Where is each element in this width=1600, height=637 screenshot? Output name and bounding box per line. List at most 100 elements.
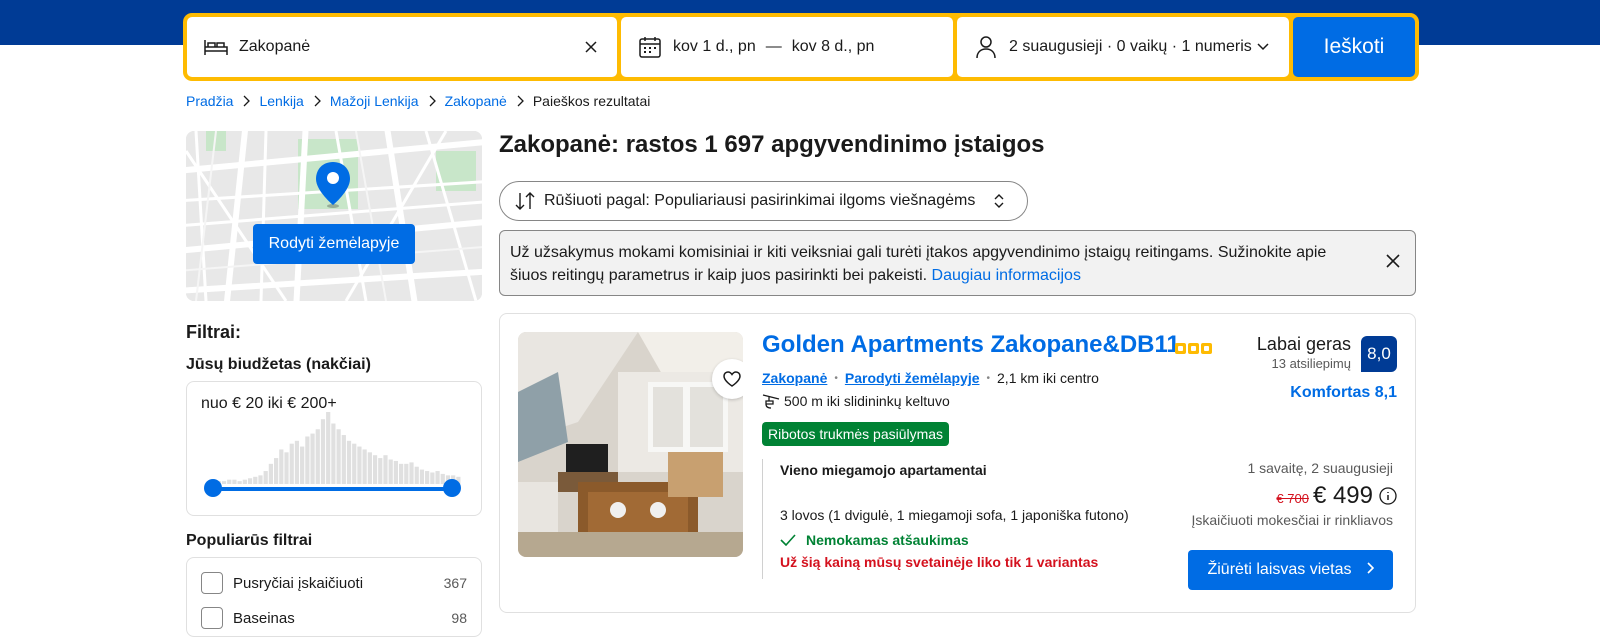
separator-dot: • <box>986 372 991 384</box>
chevron-right-icon <box>1366 561 1374 579</box>
histogram-bar <box>300 446 305 484</box>
histogram-bar <box>274 458 279 484</box>
date-separator: — <box>765 38 782 55</box>
price-histogram <box>211 412 461 484</box>
histogram-bar <box>378 458 383 484</box>
budget-slider-track <box>212 487 452 491</box>
chevron-down-icon <box>1253 37 1273 57</box>
breadcrumb-current: Paieškos rezultatai <box>532 93 651 109</box>
histogram-bar <box>310 433 315 484</box>
sort-label: Rūšiuoti pagal: Populiariausi pasirinkim… <box>544 192 976 209</box>
filters-title: Filtrai: <box>186 322 242 342</box>
more-info-link[interactable]: Daugiau informacijos <box>932 267 1081 284</box>
budget-slider-min-handle[interactable] <box>204 479 222 497</box>
sort-icon <box>514 192 536 210</box>
histogram-bar <box>331 423 336 484</box>
filter-pool[interactable]: Baseinas 98 <box>201 607 467 629</box>
map-preview[interactable]: Rodyti žemėlapyje <box>186 131 482 301</box>
histogram-bar <box>425 471 430 484</box>
distance-text: 2,1 km iki centro <box>997 370 1099 386</box>
filter-count: 367 <box>443 575 467 591</box>
destination-field[interactable]: Zakopanė <box>187 17 617 77</box>
histogram-bar <box>414 466 419 484</box>
popular-filters-box: Pusryčiai įskaičiuoti 367 Baseinas 98 <box>186 557 482 637</box>
info-icon[interactable] <box>1379 487 1397 505</box>
guests-value: 2 suaugusieji · 0 vaikų · 1 numeris <box>1009 38 1252 55</box>
histogram-bar <box>227 479 232 484</box>
histogram-bar <box>242 479 247 484</box>
histogram-bar <box>253 476 258 484</box>
dates-field[interactable]: kov 1 d., pn — kov 8 d., pn <box>621 17 953 77</box>
breadcrumb-city[interactable]: Zakopanė <box>445 93 507 109</box>
sort-dropdown[interactable]: Rūšiuoti pagal: Populiariausi pasirinkim… <box>499 181 1028 221</box>
room-divider <box>762 459 770 579</box>
histogram-bar <box>372 455 378 484</box>
histogram-bar <box>388 459 393 484</box>
property-name-link[interactable]: Golden Apartments Zakopane&DB11 <box>762 331 1180 359</box>
histogram-bar <box>404 463 409 484</box>
breadcrumb-home[interactable]: Pradžia <box>186 93 233 109</box>
filter-label: Pusryčiai įskaičiuoti <box>233 574 364 592</box>
budget-title: Jūsų biudžetas (nakčiai) <box>186 356 371 373</box>
property-photo[interactable] <box>518 332 743 557</box>
date-from: kov 1 d., pn <box>673 38 756 55</box>
histogram-bar <box>247 478 253 484</box>
city-link[interactable]: Zakopanė <box>762 370 827 386</box>
original-price: € 700 <box>1276 490 1309 506</box>
close-icon[interactable] <box>1385 253 1401 276</box>
ranking-notice: Už užsakymus mokami komisiniai ir kiti v… <box>499 230 1416 296</box>
star-icon <box>1201 343 1212 354</box>
review-count: 13 atsiliepimų <box>1271 356 1352 371</box>
breadcrumb-region[interactable]: Mažoji Lenkija <box>330 93 419 109</box>
histogram-bar <box>357 446 362 484</box>
histogram-bar <box>237 481 242 484</box>
histogram-bar <box>336 429 341 484</box>
histogram-bar <box>393 460 398 484</box>
histogram-bar <box>305 436 310 484</box>
histogram-bar <box>352 443 357 484</box>
chevron-updown-icon <box>993 193 1005 209</box>
histogram-bar <box>409 462 414 484</box>
checkbox[interactable] <box>201 607 223 629</box>
show-on-map-button[interactable]: Rodyti žemėlapyje <box>253 224 415 264</box>
histogram-bar <box>383 455 388 484</box>
histogram-bar <box>294 440 300 484</box>
popular-filters-title: Populiarūs filtrai <box>186 532 313 549</box>
histogram-bar <box>284 452 289 484</box>
see-availability-label: Žiūrėti laisvas vietas <box>1207 561 1352 578</box>
histogram-bar <box>279 449 284 484</box>
show-map-link[interactable]: Parodyti žemėlapyje <box>845 370 980 386</box>
breadcrumb-country[interactable]: Lenkija <box>259 93 303 109</box>
date-to: kov 8 d., pn <box>791 38 875 55</box>
filter-breakfast[interactable]: Pusryčiai įskaičiuoti 367 <box>201 572 467 594</box>
chevron-right-icon <box>428 95 436 107</box>
see-availability-button[interactable]: Žiūrėti laisvas vietas <box>1188 550 1393 590</box>
checkbox[interactable] <box>201 572 223 594</box>
budget-filter: nuo € 20 iki € 200+ <box>186 381 482 516</box>
limited-deal-badge: Ribotos trukmės pasiūlymas <box>762 422 950 446</box>
ski-lift-icon <box>762 392 780 410</box>
stay-summary: 1 savaitę, 2 suaugusieji <box>1247 460 1393 476</box>
free-cancellation: Nemokamas atšaukimas <box>780 532 969 548</box>
ski-lift-row: 500 m iki slidininkų keltuvo <box>762 392 950 410</box>
clear-destination-icon[interactable] <box>581 37 601 57</box>
chevron-right-icon <box>242 95 251 107</box>
histogram-bar <box>367 452 372 484</box>
histogram-bar <box>419 469 425 484</box>
star-rating <box>1175 343 1212 354</box>
notice-text: Už užsakymus mokami komisiniai ir kiti v… <box>510 244 1327 284</box>
review-score-badge[interactable]: 8,0 <box>1361 336 1397 372</box>
histogram-bar <box>341 435 346 484</box>
histogram-bar <box>326 412 331 484</box>
taxes-note: Įskaičiuoti mokesčiai ir rinkliavos <box>1191 512 1393 528</box>
current-price: € 499 <box>1312 482 1373 509</box>
histogram-bar <box>362 449 367 484</box>
histogram-bar <box>232 479 237 484</box>
price-row: € 700 € 499 <box>1276 482 1397 510</box>
search-button[interactable]: Ieškoti <box>1293 17 1415 77</box>
comfort-score: Komfortas 8,1 <box>1290 384 1397 401</box>
results-title: Zakopanė: rastos 1 697 apgyvendinimo įst… <box>499 131 1045 158</box>
budget-slider-max-handle[interactable] <box>443 479 461 497</box>
location-row: Zakopanė • Parodyti žemėlapyje • 2,1 km … <box>762 370 1099 386</box>
guests-field[interactable]: 2 suaugusieji · 0 vaikų · 1 numeris <box>957 17 1289 77</box>
